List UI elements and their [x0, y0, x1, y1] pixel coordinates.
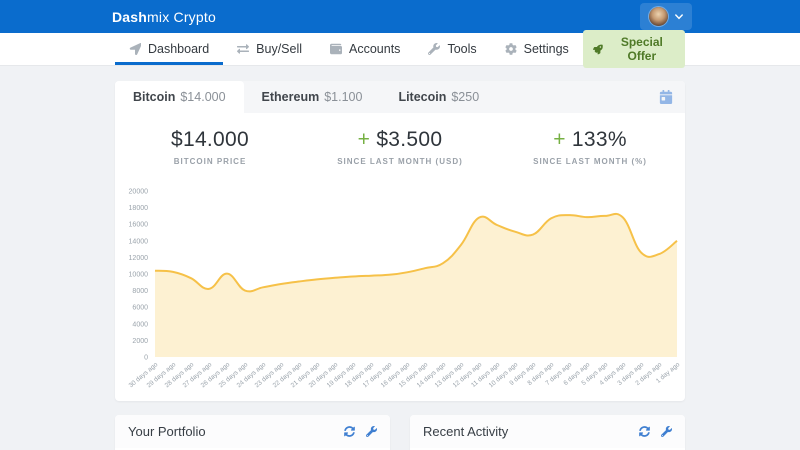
card-settings-button[interactable]: [661, 426, 672, 437]
swap-arrows-icon: [237, 43, 249, 55]
location-arrow-icon: [129, 43, 141, 55]
portfolio-card: Your Portfolio: [115, 415, 390, 450]
stat-prefix: +: [358, 128, 377, 151]
tab-price: $250: [451, 90, 479, 104]
user-avatar: [649, 7, 668, 26]
stat-change-percent: + 133% SINCE LAST MONTH (%): [495, 128, 685, 166]
stats-row: $14.000 BITCOIN PRICE + $3.500 SINCE LAS…: [115, 113, 685, 179]
wrench-icon: [366, 426, 377, 437]
stat-label: SINCE LAST MONTH (%): [495, 157, 685, 166]
y-axis-tick-label: 8000: [132, 288, 148, 295]
nav-item-label: Settings: [524, 42, 569, 56]
recent-activity-card: Recent Activity: [410, 415, 685, 450]
stat-prefix: +: [553, 128, 572, 151]
chart-area-fill: [155, 214, 677, 357]
y-axis-tick-label: 10000: [129, 272, 149, 279]
y-axis-tick-label: 20000: [129, 189, 149, 196]
wallet-icon: [330, 43, 342, 55]
special-offer-button[interactable]: Special Offer: [583, 30, 685, 68]
y-axis-tick-label: 14000: [129, 238, 149, 245]
calendar-icon: [659, 90, 673, 104]
crypto-overview-card: Bitcoin $14.000 Ethereum $1.100 Litecoin…: [115, 81, 685, 401]
bitcoin-price-chart: 0 2000 4000 6000 8000 10000 12000 14000 16000 180…: [115, 181, 685, 399]
rocket-icon: [593, 44, 603, 55]
nav-item-accounts[interactable]: Accounts: [316, 33, 414, 65]
nav-item-label: Accounts: [349, 42, 400, 56]
y-axis-tick-label: 0: [144, 355, 148, 362]
y-axis-tick-label: 2000: [132, 338, 148, 345]
app-window: Dashmix Crypto Dashboard Buy/Sell Accoun…: [0, 0, 800, 450]
stat-number: 133%: [572, 128, 627, 151]
y-axis-tick-label: 16000: [129, 222, 149, 229]
brand-bold: Dash: [112, 9, 147, 25]
refresh-icon: [639, 426, 650, 437]
crypto-tabs: Bitcoin $14.000 Ethereum $1.100 Litecoin…: [115, 81, 685, 113]
tab-name: Litecoin: [398, 90, 446, 104]
refresh-button[interactable]: [639, 426, 650, 437]
user-menu-button[interactable]: [640, 3, 692, 30]
date-range-button[interactable]: [647, 81, 685, 113]
tab-name: Ethereum: [262, 90, 320, 104]
bottom-cards-row: Your Portfolio Recent Activity: [115, 415, 685, 450]
stat-label: BITCOIN PRICE: [115, 157, 305, 166]
page-content: Bitcoin $14.000 Ethereum $1.100 Litecoin…: [0, 65, 800, 450]
refresh-button[interactable]: [344, 426, 355, 437]
y-axis-tick-label: 4000: [132, 321, 148, 328]
nav-item-tools[interactable]: Tools: [414, 33, 490, 65]
brand-logo[interactable]: Dashmix Crypto: [112, 9, 216, 25]
nav-items: Dashboard Buy/Sell Accounts Tools Settin…: [115, 33, 583, 65]
portfolio-card-header: Your Portfolio: [115, 415, 390, 448]
nav-item-settings[interactable]: Settings: [491, 33, 583, 65]
y-axis-tick-label: 18000: [129, 205, 149, 212]
card-actions: [344, 426, 377, 437]
stat-value: + $3.500: [305, 128, 495, 152]
brand-rest: mix Crypto: [147, 9, 216, 25]
header-bar: Dashmix Crypto: [0, 0, 800, 33]
stat-value: $14.000: [115, 128, 305, 152]
stat-bitcoin-price: $14.000 BITCOIN PRICE: [115, 128, 305, 166]
nav-item-label: Buy/Sell: [256, 42, 302, 56]
stat-value: + 133%: [495, 128, 685, 152]
stat-label: SINCE LAST MONTH (USD): [305, 157, 495, 166]
tabs-spacer: [497, 81, 647, 113]
nav-item-label: Dashboard: [148, 42, 209, 56]
card-actions: [639, 426, 672, 437]
nav-item-dashboard[interactable]: Dashboard: [115, 33, 223, 65]
stat-change-usd: + $3.500 SINCE LAST MONTH (USD): [305, 128, 495, 166]
gear-icon: [505, 43, 517, 55]
wrench-icon: [661, 426, 672, 437]
stat-number: $3.500: [376, 128, 442, 151]
refresh-icon: [344, 426, 355, 437]
tab-name: Bitcoin: [133, 90, 175, 104]
card-title: Recent Activity: [423, 424, 508, 439]
stat-number: $14.000: [171, 128, 249, 151]
tab-price: $1.100: [324, 90, 362, 104]
recent-activity-card-header: Recent Activity: [410, 415, 685, 448]
chevron-down-icon: [675, 14, 683, 20]
card-settings-button[interactable]: [366, 426, 377, 437]
tab-litecoin[interactable]: Litecoin $250: [380, 81, 497, 113]
tab-price: $14.000: [180, 90, 225, 104]
tab-ethereum[interactable]: Ethereum $1.100: [244, 81, 381, 113]
main-nav: Dashboard Buy/Sell Accounts Tools Settin…: [0, 33, 800, 65]
tab-bitcoin[interactable]: Bitcoin $14.000: [115, 81, 244, 113]
nav-item-label: Tools: [447, 42, 476, 56]
card-title: Your Portfolio: [128, 424, 206, 439]
chart-area: 0 2000 4000 6000 8000 10000 12000 14000 16000 180…: [115, 179, 685, 401]
wrench-icon: [428, 43, 440, 55]
y-axis-tick-label: 12000: [129, 255, 149, 262]
nav-item-buy-sell[interactable]: Buy/Sell: [223, 33, 316, 65]
special-offer-label: Special Offer: [609, 35, 675, 63]
y-axis-tick-label: 6000: [132, 305, 148, 312]
